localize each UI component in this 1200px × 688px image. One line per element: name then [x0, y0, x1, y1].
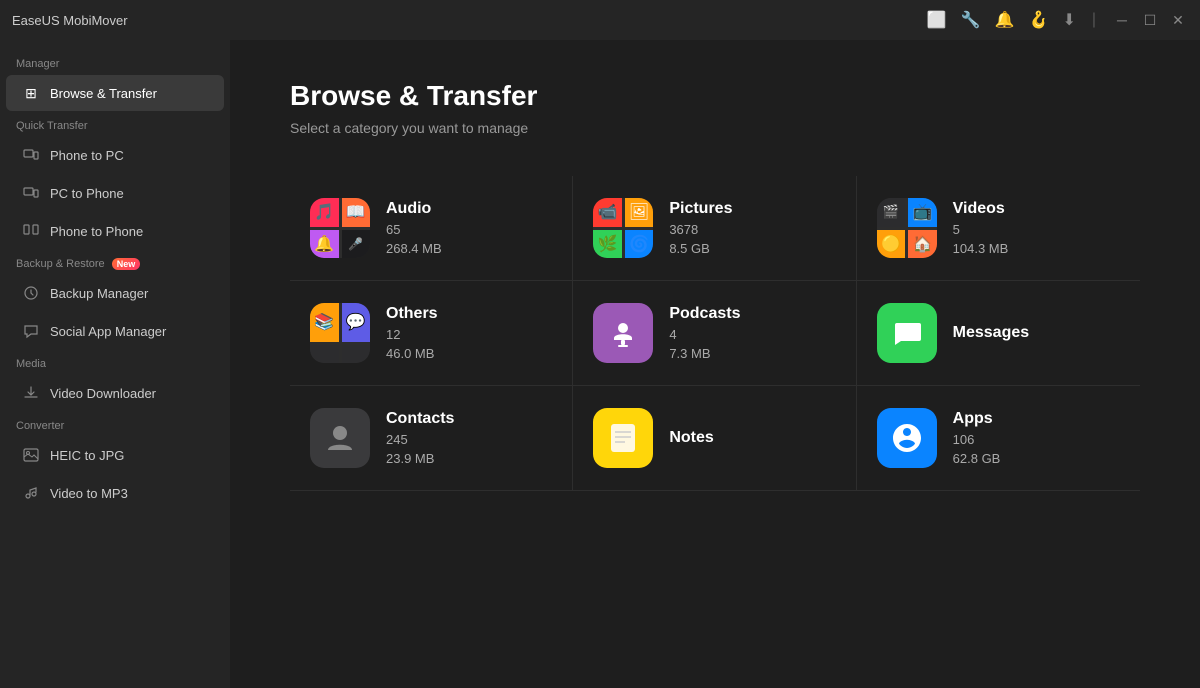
- sidebar-item-video-downloader[interactable]: Video Downloader: [6, 375, 224, 411]
- notes-icon: [593, 408, 653, 468]
- sidebar-item-phone-to-pc[interactable]: Phone to PC: [6, 137, 224, 173]
- social-app-manager-icon: [22, 322, 40, 340]
- manager-section-label: Manager: [0, 50, 230, 74]
- title-bar-icons: ⬜ 🔧 🔔 🪝 ⬇ | ─ ☐ ✕: [927, 10, 1188, 30]
- device-icon[interactable]: ⬜: [927, 10, 947, 30]
- category-grid: 🎵 📖 🔔 🎤 Audio 65 268.4 MB 📹 🖼 🌿 🌀: [290, 176, 1140, 491]
- page-title: Browse & Transfer: [290, 80, 1140, 112]
- sidebar-item-backup-manager[interactable]: Backup Manager: [6, 275, 224, 311]
- category-contacts[interactable]: Contacts 245 23.9 MB: [290, 386, 573, 491]
- hanger-icon[interactable]: 🪝: [1029, 10, 1049, 30]
- others-size: 46.0 MB: [386, 346, 438, 361]
- videos-count: 5: [953, 222, 1009, 237]
- download-icon[interactable]: ⬇: [1062, 10, 1075, 30]
- sidebar-item-label-backup-manager: Backup Manager: [50, 286, 148, 301]
- sidebar-item-video-to-mp3[interactable]: Video to MP3: [6, 475, 224, 511]
- podcasts-name: Podcasts: [669, 305, 740, 323]
- phone-to-phone-icon: [22, 222, 40, 240]
- content-area: Browse & Transfer Select a category you …: [230, 40, 1200, 688]
- category-audio[interactable]: 🎵 📖 🔔 🎤 Audio 65 268.4 MB: [290, 176, 573, 281]
- videos-size: 104.3 MB: [953, 241, 1009, 256]
- sidebar-item-social-app-manager[interactable]: Social App Manager: [6, 313, 224, 349]
- others-icon: 📚 💬: [310, 303, 370, 363]
- category-videos[interactable]: 🎬 📺 🟡 🏠 Videos 5 104.3 MB: [857, 176, 1140, 281]
- sidebar-item-label-phone-to-phone: Phone to Phone: [50, 224, 143, 239]
- audio-count: 65: [386, 222, 442, 237]
- messages-name: Messages: [953, 324, 1030, 342]
- contacts-count: 245: [386, 432, 454, 447]
- sidebar-item-label-video-downloader: Video Downloader: [50, 386, 156, 401]
- heic-to-jpg-icon: [22, 446, 40, 464]
- category-podcasts[interactable]: Podcasts 4 7.3 MB: [573, 281, 856, 386]
- bell-icon[interactable]: 🔔: [995, 10, 1015, 30]
- audio-size: 268.4 MB: [386, 241, 442, 256]
- videos-name: Videos: [953, 200, 1009, 218]
- podcasts-size: 7.3 MB: [669, 346, 740, 361]
- category-apps[interactable]: Apps 106 62.8 GB: [857, 386, 1140, 491]
- sidebar-item-label-phone-to-pc: Phone to PC: [50, 148, 124, 163]
- close-button[interactable]: ✕: [1168, 10, 1188, 30]
- apps-count: 106: [953, 432, 1001, 447]
- video-to-mp3-icon: [22, 484, 40, 502]
- sidebar-item-browse-transfer[interactable]: ⊞ Browse & Transfer: [6, 75, 224, 111]
- contacts-name: Contacts: [386, 410, 454, 428]
- sidebar-item-heic-to-jpg[interactable]: HEIC to JPG: [6, 437, 224, 473]
- pictures-size: 8.5 GB: [669, 241, 732, 256]
- page-subtitle: Select a category you want to manage: [290, 120, 1140, 136]
- podcasts-count: 4: [669, 327, 740, 342]
- sidebar-item-phone-to-phone[interactable]: Phone to Phone: [6, 213, 224, 249]
- category-notes[interactable]: Notes: [573, 386, 856, 491]
- media-section-label: Media: [0, 350, 230, 374]
- phone-to-pc-icon: [22, 146, 40, 164]
- pictures-icon: 📹 🖼 🌿 🌀: [593, 198, 653, 258]
- backup-manager-icon: [22, 284, 40, 302]
- quick-transfer-section-label: Quick Transfer: [0, 112, 230, 136]
- video-downloader-icon: [22, 384, 40, 402]
- apps-size: 62.8 GB: [953, 451, 1001, 466]
- title-bar: EaseUS MobiMover ⬜ 🔧 🔔 🪝 ⬇ | ─ ☐ ✕: [0, 0, 1200, 40]
- app-title: EaseUS MobiMover: [12, 13, 128, 28]
- pc-to-phone-icon: [22, 184, 40, 202]
- apps-name: Apps: [953, 410, 1001, 428]
- apps-icon: [877, 408, 937, 468]
- pictures-name: Pictures: [669, 200, 732, 218]
- audio-icon: 🎵 📖 🔔 🎤: [310, 198, 370, 258]
- sidebar-item-pc-to-phone[interactable]: PC to Phone: [6, 175, 224, 211]
- sidebar: Manager ⊞ Browse & Transfer Quick Transf…: [0, 40, 230, 688]
- sidebar-item-label-browse-transfer: Browse & Transfer: [50, 86, 157, 101]
- category-pictures[interactable]: 📹 🖼 🌿 🌀 Pictures 3678 8.5 GB: [573, 176, 856, 281]
- window-controls: ─ ☐ ✕: [1112, 10, 1188, 30]
- maximize-button[interactable]: ☐: [1140, 10, 1160, 30]
- minimize-button[interactable]: ─: [1112, 10, 1132, 30]
- tools-icon[interactable]: 🔧: [961, 10, 981, 30]
- others-name: Others: [386, 305, 438, 323]
- sidebar-item-label-heic-to-jpg: HEIC to JPG: [50, 448, 124, 463]
- category-messages[interactable]: Messages: [857, 281, 1140, 386]
- videos-icon: 🎬 📺 🟡 🏠: [877, 198, 937, 258]
- others-count: 12: [386, 327, 438, 342]
- main-layout: Manager ⊞ Browse & Transfer Quick Transf…: [0, 40, 1200, 688]
- sidebar-item-label-pc-to-phone: PC to Phone: [50, 186, 124, 201]
- category-others[interactable]: 📚 💬 Others 12 46.0 MB: [290, 281, 573, 386]
- messages-icon: [877, 303, 937, 363]
- audio-name: Audio: [386, 200, 442, 218]
- contacts-size: 23.9 MB: [386, 451, 454, 466]
- backup-restore-section-label: Backup & Restore New: [0, 250, 230, 274]
- contacts-icon: [310, 408, 370, 468]
- new-badge: New: [112, 258, 141, 270]
- title-bar-left: EaseUS MobiMover: [12, 13, 128, 28]
- converter-section-label: Converter: [0, 412, 230, 436]
- pictures-count: 3678: [669, 222, 732, 237]
- browse-transfer-icon: ⊞: [22, 84, 40, 102]
- notes-name: Notes: [669, 429, 713, 447]
- podcasts-icon: [593, 303, 653, 363]
- sidebar-item-label-social-app-manager: Social App Manager: [50, 324, 166, 339]
- sidebar-item-label-video-to-mp3: Video to MP3: [50, 486, 128, 501]
